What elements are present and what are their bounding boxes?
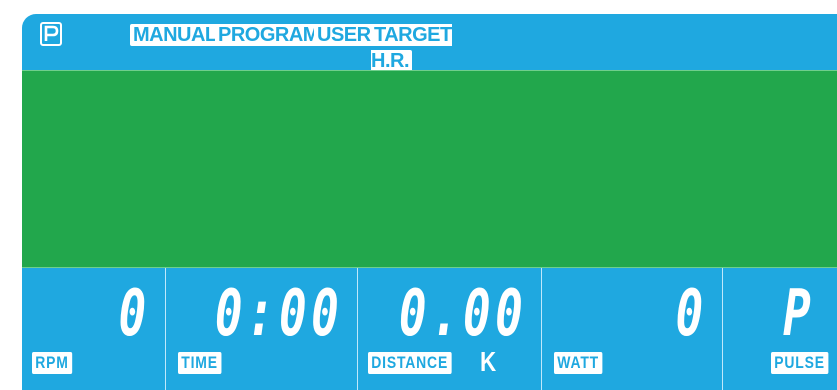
time-label: TIME — [178, 352, 222, 374]
mode-program-label: PROGRAM — [215, 24, 322, 46]
rpm-cell: 0 RPM — [22, 268, 165, 390]
rpm-value: 0 — [118, 277, 151, 351]
pulse-value: P — [783, 277, 816, 351]
mode-target-hr-label: TARGET H.R. — [371, 24, 452, 72]
pulse-cell: P PULSE — [722, 268, 837, 390]
program-p-icon — [40, 22, 62, 46]
distance-value: 0.00 — [398, 277, 527, 351]
mode-user-label: USER — [314, 24, 374, 46]
mode-user[interactable]: USER — [314, 22, 374, 48]
lcd-panel: MANUAL PROGRAM USER TARGET H.R. 0 RPM 0:… — [22, 14, 837, 390]
rpm-label: RPM — [32, 352, 73, 374]
readout-row: 0 RPM 0:00 TIME 0.00 DISTANCE K 0 WATT P… — [22, 268, 837, 390]
pulse-label: PULSE — [771, 352, 829, 374]
watt-cell: 0 WATT — [541, 268, 722, 390]
mode-manual[interactable]: MANUAL — [130, 22, 220, 48]
program-matrix-display — [22, 70, 837, 268]
time-cell: 0:00 TIME — [165, 268, 357, 390]
console-display: MANUAL PROGRAM USER TARGET H.R. 0 RPM 0:… — [0, 0, 837, 390]
distance-label: DISTANCE — [368, 352, 452, 374]
mode-bar: MANUAL PROGRAM USER TARGET H.R. — [130, 22, 483, 72]
mode-target-hr[interactable]: TARGET H.R. — [371, 22, 483, 72]
distance-cell: 0.00 DISTANCE K — [357, 268, 541, 390]
watt-value: 0 — [675, 277, 708, 351]
watt-label: WATT — [554, 352, 603, 374]
mode-program[interactable]: PROGRAM — [215, 22, 322, 48]
time-value: 0:00 — [214, 277, 343, 351]
distance-unit: K — [480, 346, 497, 377]
mode-manual-label: MANUAL — [130, 24, 220, 46]
